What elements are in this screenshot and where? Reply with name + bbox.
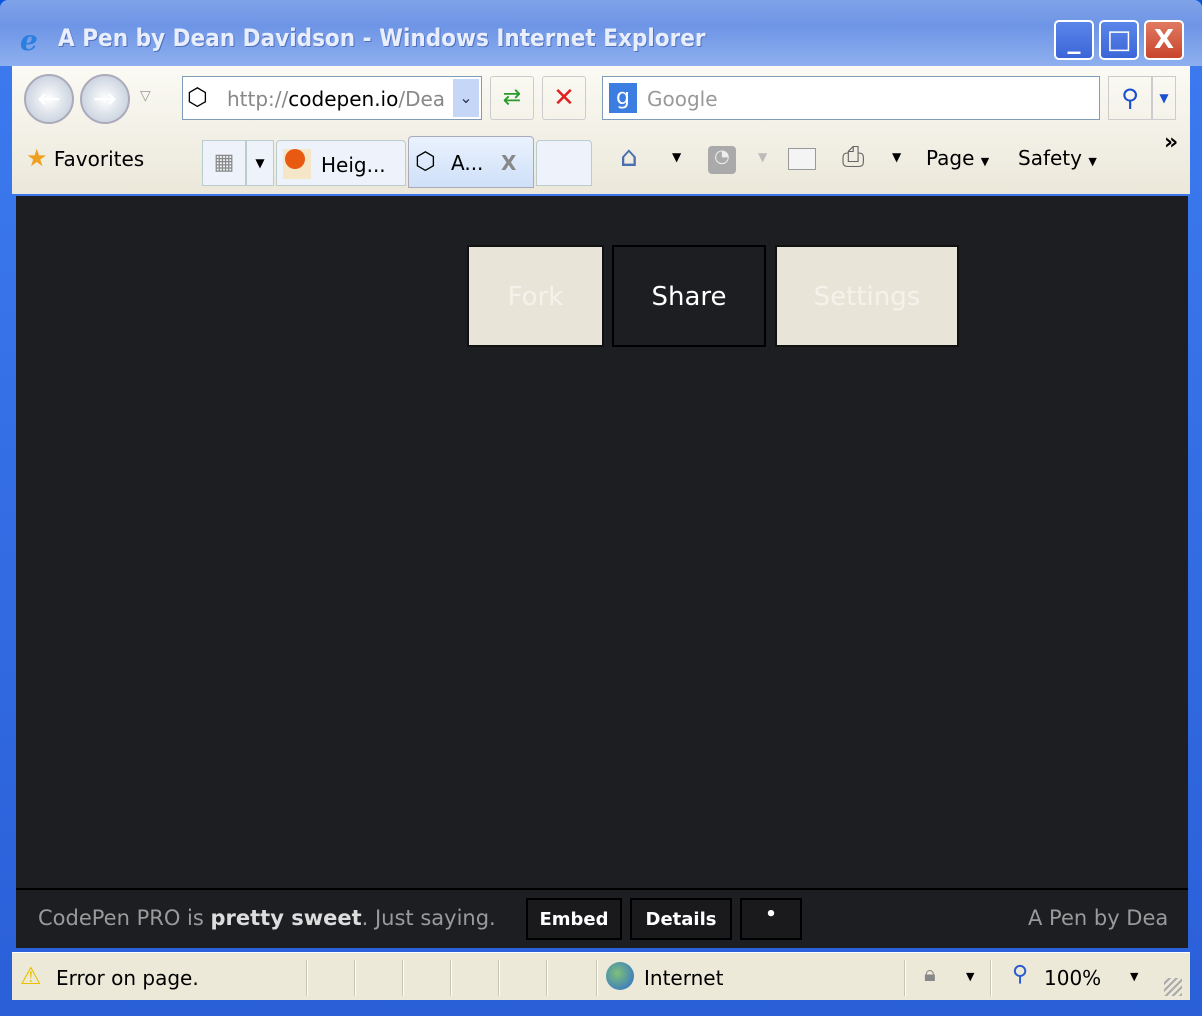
promo-text-end: . Just saying. bbox=[361, 906, 496, 930]
codepen-icon: ⬡ bbox=[415, 147, 436, 175]
zoom-icon[interactable]: ⚲ bbox=[1012, 962, 1028, 987]
tab-label: A... bbox=[451, 151, 484, 175]
resize-grip[interactable] bbox=[1164, 978, 1182, 996]
feeds-icon[interactable]: ◔ bbox=[708, 146, 736, 174]
page-menu[interactable]: Page ▼ bbox=[926, 146, 989, 170]
globe-icon bbox=[606, 962, 634, 990]
tab-favicon bbox=[283, 149, 311, 179]
tab-list-dropdown[interactable]: ▼ bbox=[246, 140, 274, 186]
tab-a-pen[interactable]: ⬡ A... X bbox=[408, 136, 534, 188]
minimize-button[interactable]: _ bbox=[1054, 20, 1094, 60]
home-icon[interactable]: ⌂ bbox=[620, 140, 638, 173]
maximize-button[interactable]: □ bbox=[1099, 20, 1139, 60]
toolbar-overflow-button[interactable]: » bbox=[1164, 130, 1178, 155]
protected-mode-dropdown-icon[interactable]: ▼ bbox=[966, 970, 974, 983]
promo-text: CodePen PRO is pretty sweet. Just saying… bbox=[38, 906, 496, 930]
window-title: A Pen by Dean Davidson - Windows Interne… bbox=[58, 24, 706, 52]
zoom-level[interactable]: 100% bbox=[1044, 966, 1101, 990]
close-button[interactable]: X bbox=[1144, 20, 1184, 60]
codepen-icon: ⬡ bbox=[187, 83, 208, 111]
address-dropdown-icon[interactable]: ⌄ bbox=[453, 79, 479, 117]
google-icon: g bbox=[609, 83, 637, 113]
print-icon[interactable]: ⎙ bbox=[842, 140, 864, 174]
page-menu-label: Page bbox=[926, 146, 975, 170]
divider bbox=[990, 960, 992, 996]
security-zone: Internet bbox=[644, 966, 724, 990]
details-button[interactable]: Details bbox=[630, 898, 732, 940]
favorites-button[interactable]: ★ Favorites bbox=[26, 144, 144, 172]
promo-text-emphasis: pretty sweet bbox=[210, 906, 362, 930]
safety-menu-label: Safety bbox=[1018, 146, 1082, 170]
url-path: /Dea bbox=[398, 87, 445, 111]
divider bbox=[596, 960, 598, 996]
address-bar[interactable]: ⬡ http://codepen.io/Dea ⌄ bbox=[182, 76, 482, 120]
divider bbox=[450, 960, 452, 996]
search-options-icon[interactable]: ▼ bbox=[1152, 76, 1176, 120]
favorites-label: Favorites bbox=[53, 147, 145, 171]
search-placeholder: Google bbox=[647, 87, 718, 111]
title-bar: e A Pen by Dean Davidson - Windows Inter… bbox=[0, 0, 1202, 66]
ie-logo-icon: e bbox=[20, 24, 38, 57]
url-host: codepen.io bbox=[288, 87, 399, 111]
tab-close-button[interactable]: X bbox=[501, 151, 516, 175]
divider bbox=[402, 960, 404, 996]
divider bbox=[354, 960, 356, 996]
protected-mode-icon[interactable]: 🔒︎ bbox=[924, 962, 936, 987]
divider bbox=[546, 960, 548, 996]
refresh-button[interactable]: ⇄ bbox=[490, 76, 534, 120]
zoom-dropdown-icon[interactable]: ▼ bbox=[1130, 970, 1138, 983]
error-status[interactable]: Error on page. bbox=[56, 966, 199, 990]
divider bbox=[498, 960, 500, 996]
embed-button[interactable]: Embed bbox=[526, 898, 622, 940]
star-icon: ★ bbox=[26, 144, 48, 172]
history-dropdown-icon[interactable]: ▽ bbox=[140, 88, 151, 104]
search-input[interactable]: g Google bbox=[602, 76, 1100, 120]
url-scheme: http:// bbox=[227, 87, 289, 111]
fork-button[interactable]: Fork bbox=[467, 245, 604, 347]
new-tab-button[interactable] bbox=[536, 140, 592, 186]
tab-heig[interactable]: Heig... bbox=[276, 140, 406, 186]
warning-icon[interactable]: ⚠ bbox=[20, 962, 42, 990]
stop-button[interactable]: ✕ bbox=[542, 76, 586, 120]
divider bbox=[904, 960, 906, 996]
search-button[interactable]: ⚲ bbox=[1108, 76, 1152, 120]
divider bbox=[306, 960, 308, 996]
safety-menu[interactable]: Safety ▼ bbox=[1018, 146, 1097, 170]
pen-attribution[interactable]: A Pen by Dea bbox=[1028, 906, 1186, 930]
share-button[interactable]: Share bbox=[612, 245, 766, 347]
home-dropdown-icon[interactable]: ▼ bbox=[672, 150, 681, 164]
forward-button[interactable]: → bbox=[80, 74, 130, 124]
feeds-dropdown-icon: ▼ bbox=[758, 150, 768, 164]
promo-text-start: CodePen PRO is bbox=[38, 906, 211, 930]
tab-label: Heig... bbox=[321, 153, 386, 177]
back-button[interactable]: ← bbox=[24, 74, 74, 124]
print-dropdown-icon[interactable]: ▼ bbox=[892, 150, 901, 164]
mail-icon[interactable] bbox=[788, 148, 816, 170]
settings-button[interactable]: Settings bbox=[775, 245, 959, 347]
quick-tabs-button[interactable]: ▦ bbox=[202, 140, 246, 186]
more-button[interactable]: • bbox=[740, 898, 802, 940]
